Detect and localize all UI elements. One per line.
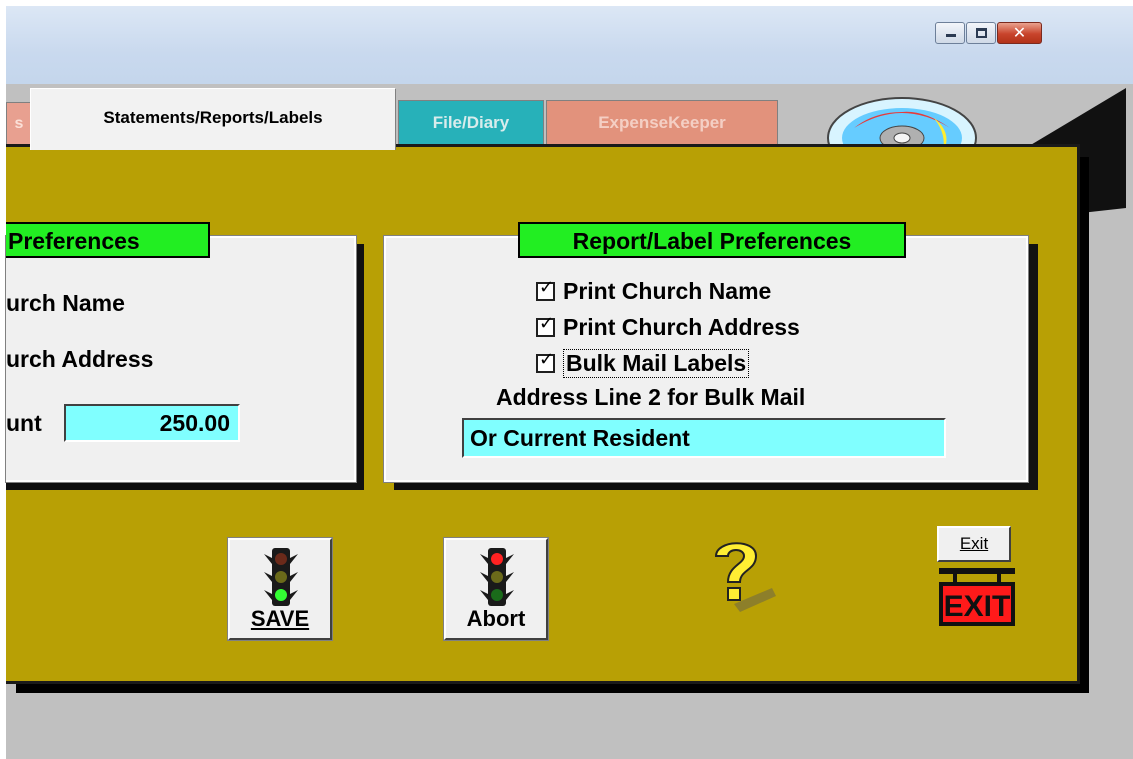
print-church-name-checkbox-row[interactable]: ✓ Print Church Name xyxy=(536,278,771,305)
tab-previous[interactable]: s xyxy=(6,102,32,144)
bulk-mail-labels-label: Bulk Mail Labels xyxy=(563,349,750,378)
bulk-mail-labels-checkbox-row[interactable]: ✓ Bulk Mail Labels xyxy=(536,349,750,378)
tab-statements-reports-labels[interactable]: Statements/Reports/Labels xyxy=(30,88,396,150)
abort-label: Abort xyxy=(466,606,526,631)
exit-button[interactable]: Exit xyxy=(937,526,1011,562)
print-church-address-checkbox-row[interactable]: ✓ Print Church Address xyxy=(536,314,800,341)
tab-expensekeeper[interactable]: ExpenseKeeper xyxy=(546,100,778,144)
bulk-mail-labels-checkbox[interactable]: ✓ xyxy=(536,349,555,373)
checkmark-icon: ✓ xyxy=(539,277,555,298)
preferences-group-title: Preferences xyxy=(6,222,210,258)
abort-button[interactable]: Abort xyxy=(443,537,549,641)
app-window: ✕ s Statements/Reports/Labels File/Diary… xyxy=(5,6,1133,759)
checkmark-icon: ✓ xyxy=(539,349,555,370)
amount-field[interactable]: 250.00 xyxy=(64,404,240,442)
amount-label-partial: unt xyxy=(6,410,42,436)
print-church-name-label-partial: urch Name xyxy=(6,290,125,316)
exit-sign-icon: EXIT xyxy=(933,564,1021,641)
save-button[interactable]: SAVE xyxy=(227,537,333,641)
client-area: s Statements/Reports/Labels File/Diary E… xyxy=(5,84,1133,752)
exit-sign-text: EXIT xyxy=(944,590,1011,623)
title-bar: ✕ xyxy=(6,6,1133,84)
address-line-2-label: Address Line 2 for Bulk Mail xyxy=(496,384,806,410)
print-church-address-label: Print Church Address xyxy=(563,314,800,340)
print-church-name-label: Print Church Name xyxy=(563,278,772,304)
close-button[interactable]: ✕ xyxy=(997,22,1042,44)
traffic-light-green-icon xyxy=(264,548,298,606)
print-church-name-checkbox[interactable]: ✓ xyxy=(536,277,555,301)
close-icon: ✕ xyxy=(1012,23,1027,42)
report-label-preferences-title: Report/Label Preferences xyxy=(518,222,906,258)
print-church-address-label-partial: urch Address xyxy=(6,346,154,372)
minimize-icon xyxy=(946,34,956,37)
address-line-2-field[interactable]: Or Current Resident xyxy=(462,418,946,458)
maximize-button[interactable] xyxy=(966,22,996,44)
tab-file-diary[interactable]: File/Diary xyxy=(398,100,544,144)
checkmark-icon: ✓ xyxy=(539,313,555,334)
help-question-icon[interactable] xyxy=(704,534,776,614)
print-church-address-checkbox[interactable]: ✓ xyxy=(536,313,555,337)
minimize-button[interactable] xyxy=(935,22,965,44)
maximize-icon xyxy=(976,28,987,38)
save-label: SAVE xyxy=(250,606,310,631)
traffic-light-red-icon xyxy=(480,548,514,606)
